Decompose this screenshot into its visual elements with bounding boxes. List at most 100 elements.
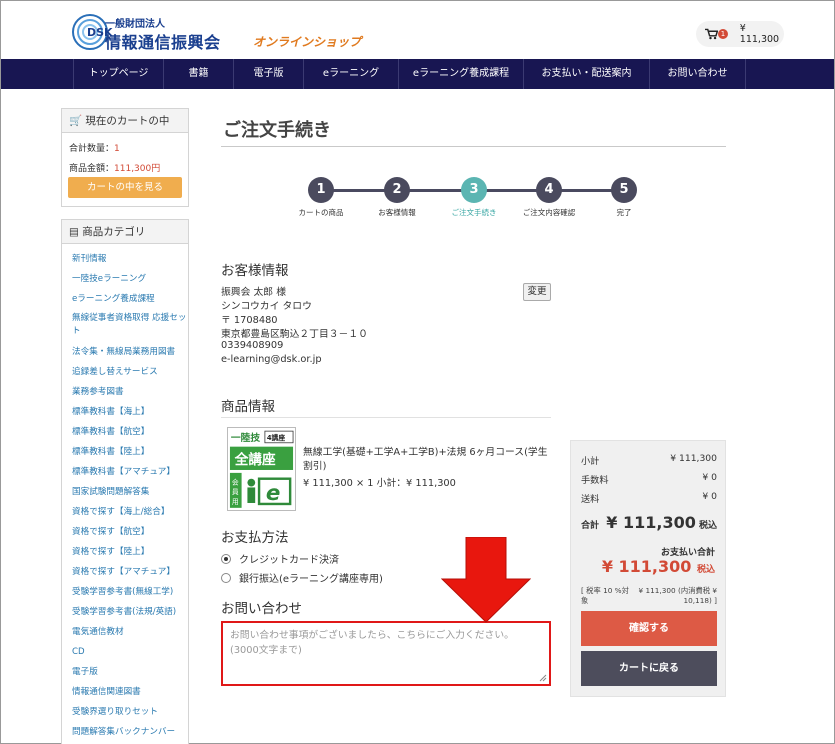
cart-amount-row: 商品金額：111,300円 <box>62 161 188 174</box>
customer-phone: 0339408909 <box>221 340 284 351</box>
product-name: 無線工学(基礎+工学A+工学B)+法規 6ヶ月コース(学生割引) <box>303 447 548 472</box>
payment-option-bank[interactable]: 銀行振込(eラーニング講座専用) <box>221 570 383 585</box>
total-label: 合計 <box>581 521 600 531</box>
view-cart-button[interactable]: カートの中を見る <box>68 177 182 198</box>
svg-text:4講座: 4講座 <box>267 433 285 442</box>
category-link[interactable]: 電子版 <box>62 662 188 682</box>
sidebar-cart-header: 🛒 現在のカートの中 <box>62 109 188 133</box>
customer-postal: 〒 1708480 <box>221 315 278 326</box>
fee-value: ¥ 0 <box>702 472 717 483</box>
category-link[interactable]: 法令集・無線局業務用図書 <box>62 342 188 362</box>
nav-ebook[interactable]: 電子版 <box>233 59 303 89</box>
category-link[interactable]: 資格で探す【アマチュア】 <box>62 562 188 582</box>
category-link[interactable]: 問題解答集バックナンバー <box>62 722 188 742</box>
down-arrow-icon <box>441 537 531 623</box>
sidebar-category-box: ▤ 商品カテゴリ 新刊情報 一陸技eラーニング eラーニング養成課程 無線従事者… <box>61 219 189 744</box>
category-link[interactable]: 追録差し替えサービス <box>62 362 188 382</box>
cart-amount-label: 商品金額： <box>69 164 115 174</box>
category-link[interactable]: 新刊情報 <box>62 249 188 269</box>
nav-contact[interactable]: お問い合わせ <box>649 59 746 89</box>
category-link[interactable]: 受験学習参考書(法規/英語) <box>62 602 188 622</box>
category-link[interactable]: 業務参考図書 <box>62 382 188 402</box>
customer-address: 東京都豊島区駒込２丁目３－１０ <box>221 329 368 340</box>
step-5-label: 完了 <box>616 208 632 217</box>
svg-text:会: 会 <box>232 478 239 487</box>
fee-row: 手数料 ¥ 0 <box>581 472 717 486</box>
online-shop-label: オンラインショップ <box>253 35 362 49</box>
radio-selected[interactable] <box>221 553 231 564</box>
category-link[interactable]: CD <box>62 642 188 662</box>
svg-text:用: 用 <box>232 498 239 506</box>
category-link[interactable]: eラーニング養成課程 <box>62 289 188 309</box>
pay-total-row: ¥ 111,300 税込 <box>602 557 715 576</box>
cart-icon: 🛒 <box>69 115 83 127</box>
page-title: ご注文手続き <box>223 120 331 141</box>
category-link[interactable]: 標準教科書【海上】 <box>62 402 188 422</box>
step-2-circle: 2 <box>384 177 410 203</box>
product-section-title: 商品情報 <box>221 399 275 415</box>
title-divider <box>221 146 726 147</box>
list-icon: ▤ <box>69 226 79 238</box>
shipping-row: 送料 ¥ 0 <box>581 491 717 505</box>
payment-option-label: 銀行振込(eラーニング講座専用) <box>239 574 383 585</box>
tax-incl-label: 税込 <box>696 565 715 575</box>
subtotal-row: 小計 ¥ 111,300 <box>581 453 717 467</box>
tax-rate-value: ¥ 111,300 (内消費税 ¥ 10,118) ] <box>638 586 717 605</box>
cart-count-value: 1 <box>114 144 120 154</box>
step-3-circle-active: 3 <box>461 177 487 203</box>
step-1-circle: 1 <box>308 177 334 203</box>
sidebar-cart-title: 現在のカートの中 <box>85 115 170 127</box>
nav-training-course[interactable]: eラーニング養成課程 <box>398 59 523 89</box>
payment-section-title: お支払方法 <box>221 530 289 546</box>
payment-option-label: クレジットカード決済 <box>239 555 339 566</box>
svg-text:全講座: 全講座 <box>234 451 276 468</box>
category-link[interactable]: 情報通信関連図書 <box>62 682 188 702</box>
payment-option-credit[interactable]: クレジットカード決済 <box>221 551 339 566</box>
inquiry-textarea[interactable]: お問い合わせ事項がございましたら、こちらにご入力ください。 (3000文字まで) <box>221 621 551 686</box>
radio-unselected[interactable] <box>221 572 231 583</box>
inquiry-placeholder-line1: お問い合わせ事項がございましたら、こちらにご入力ください。 <box>230 630 514 641</box>
category-link[interactable]: 標準教科書【陸上】 <box>62 442 188 462</box>
cart-amount-value: 111,300円 <box>114 164 161 174</box>
customer-name: 振興会 太郎 様 <box>221 287 287 298</box>
category-link[interactable]: 受験学習参考書(無線工学) <box>62 582 188 602</box>
customer-email: e-learning@dsk.or.jp <box>221 354 322 365</box>
header-cart-button[interactable]: ¥ 111,300 <box>696 21 784 47</box>
confirm-button[interactable]: 確認する <box>581 611 717 646</box>
category-link[interactable]: 標準教科書【航空】 <box>62 422 188 442</box>
category-link[interactable]: 標準教科書【アマチュア】 <box>62 462 188 482</box>
nav-top[interactable]: トップページ <box>73 59 163 89</box>
main-nav: トップページ 書籍 電子版 eラーニング eラーニング養成課程 お支払い・配送案… <box>1 59 834 89</box>
category-list: 新刊情報 一陸技eラーニング eラーニング養成課程 無線従事者資格取得 応援セッ… <box>62 244 188 742</box>
total-row: 合計 ¥ 111,300 税込 <box>581 513 717 532</box>
site-header: DSK 一般財団法人 情報通信振興会 オンラインショップ ¥ 111,300 1 <box>1 1 834 59</box>
category-link[interactable]: 受験界選り取りセット <box>62 702 188 722</box>
inquiry-placeholder-line2: (3000文字まで) <box>230 645 302 656</box>
category-link[interactable]: 資格で探す【海上/総合】 <box>62 502 188 522</box>
nav-payment-shipping[interactable]: お支払い・配送案内 <box>523 59 649 89</box>
resize-handle-icon[interactable] <box>539 674 547 682</box>
nav-elearning[interactable]: eラーニング <box>303 59 398 89</box>
subtotal-value: ¥ 111,300 <box>670 453 717 464</box>
category-link[interactable]: 一陸技eラーニング <box>62 269 188 289</box>
nav-books[interactable]: 書籍 <box>163 59 233 89</box>
category-link[interactable]: 無線従事者資格取得 応援セット <box>62 309 188 342</box>
cart-count-row: 合計数量：1 <box>62 141 188 154</box>
step-4-circle: 4 <box>536 177 562 203</box>
category-link[interactable]: 電気通信教材 <box>62 622 188 642</box>
org-name[interactable]: 情報通信振興会 <box>105 29 221 53</box>
svg-text:員: 員 <box>232 488 239 496</box>
category-link[interactable]: 国家試験問題解答集 <box>62 482 188 502</box>
product-divider <box>221 417 551 418</box>
category-link[interactable]: 資格で探す【陸上】 <box>62 542 188 562</box>
shipping-label: 送料 <box>581 494 600 505</box>
org-label-small: 一般財団法人 <box>105 19 165 30</box>
category-link[interactable]: 資格で探す【航空】 <box>62 522 188 542</box>
change-customer-button[interactable]: 変更 <box>523 283 551 301</box>
cart-count-badge: 1 <box>718 29 728 39</box>
order-summary-panel: 小計 ¥ 111,300 手数料 ¥ 0 送料 ¥ 0 合計 ¥ 111,300… <box>570 440 726 697</box>
tax-incl-label: 税込 <box>698 521 717 531</box>
tax-rate-label: [ 税率 10 %対象 <box>581 586 629 605</box>
back-to-cart-button[interactable]: カートに戻る <box>581 651 717 686</box>
product-thumbnail[interactable]: 一陸技 4講座 全講座 会 員 用 e <box>227 427 296 511</box>
